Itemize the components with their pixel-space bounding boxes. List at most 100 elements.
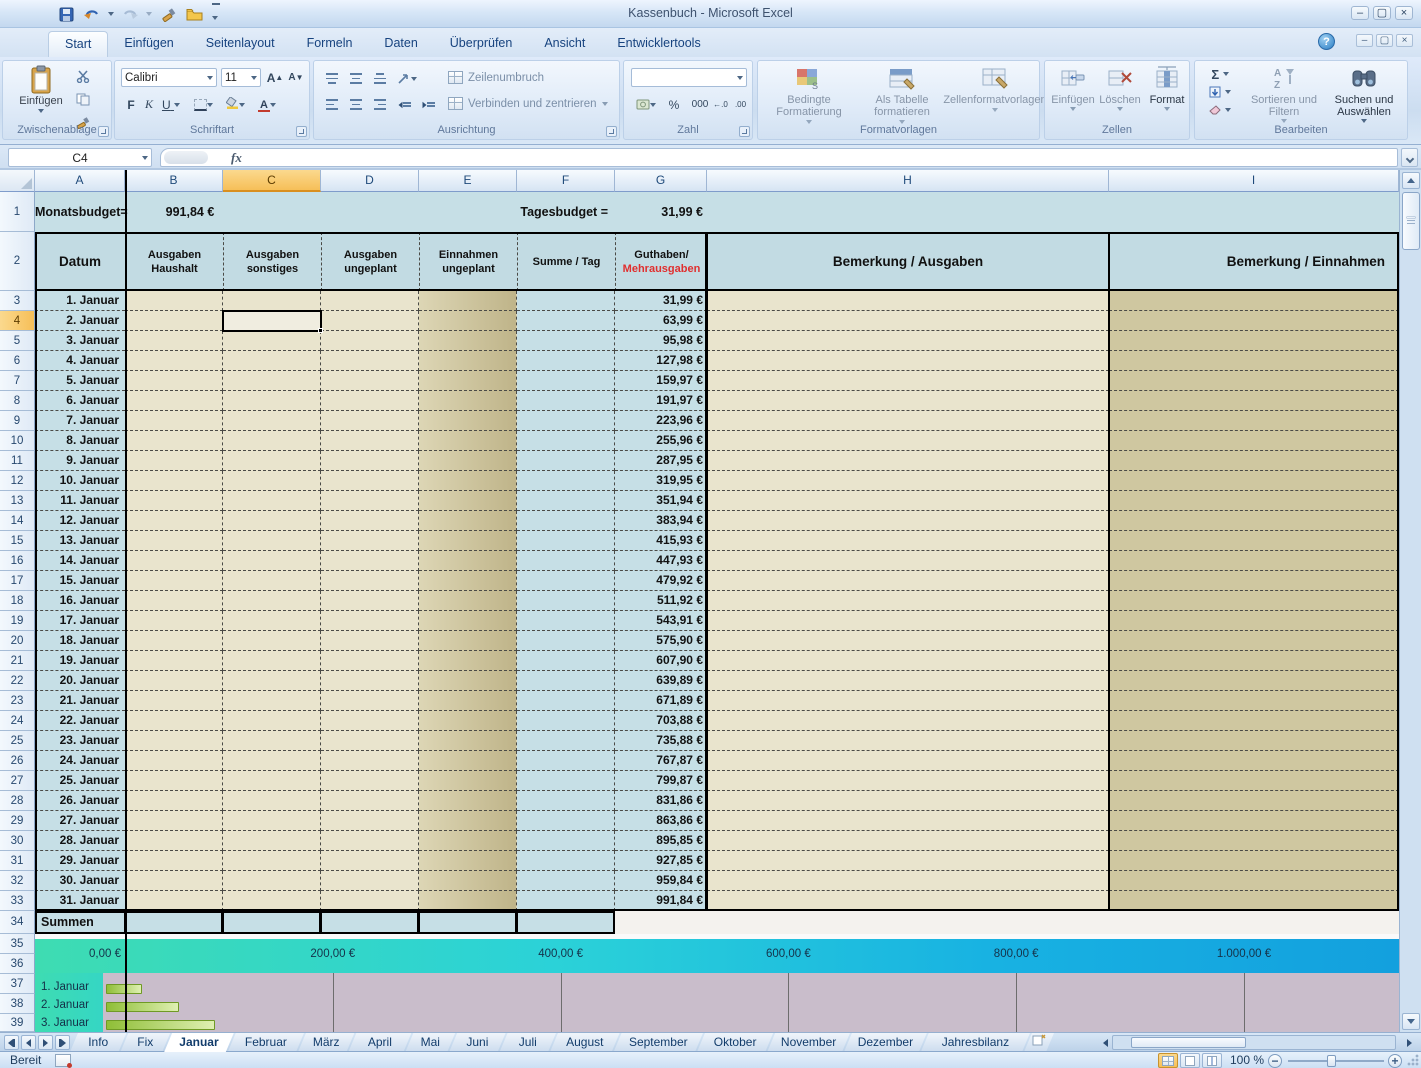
cell-C22[interactable] xyxy=(223,671,321,691)
cell-I8[interactable] xyxy=(1109,391,1399,411)
cell-C14[interactable] xyxy=(223,511,321,531)
cell-B17[interactable] xyxy=(125,571,223,591)
cell-E14[interactable] xyxy=(419,511,517,531)
zoom-level[interactable]: 100 % xyxy=(1230,1053,1264,1067)
cell-F7[interactable] xyxy=(517,371,615,391)
row-header-12[interactable]: 12 xyxy=(0,471,35,491)
cell-G24[interactable]: 703,88 € xyxy=(615,711,707,731)
cell-C25[interactable] xyxy=(223,731,321,751)
cell-G13[interactable]: 351,94 € xyxy=(615,491,707,511)
row-header-16[interactable]: 16 xyxy=(0,551,35,571)
cell-A12[interactable]: 10. Januar xyxy=(35,471,125,491)
font-dialog-launcher[interactable] xyxy=(296,126,307,137)
cell-H11[interactable] xyxy=(707,451,1109,471)
delete-cells-button[interactable]: Löschen xyxy=(1097,65,1143,111)
tab-ansicht[interactable]: Ansicht xyxy=(528,31,601,57)
row-header-39[interactable]: 39 xyxy=(0,1014,35,1032)
cell-B30[interactable] xyxy=(125,831,223,851)
zoom-out-button[interactable]: − xyxy=(1268,1054,1282,1068)
workbook-restore-button[interactable]: ▢ xyxy=(1376,34,1393,47)
cell-H28[interactable] xyxy=(707,791,1109,811)
cell-H18[interactable] xyxy=(707,591,1109,611)
cell-A16[interactable]: 14. Januar xyxy=(35,551,125,571)
cell-E4[interactable] xyxy=(419,311,517,331)
last-sheet-button[interactable] xyxy=(55,1035,70,1050)
cell-C13[interactable] xyxy=(223,491,321,511)
sort-filter-button[interactable]: AZ Sortieren und Filtern xyxy=(1247,65,1321,123)
cell-H32[interactable] xyxy=(707,871,1109,891)
close-button[interactable]: × xyxy=(1395,6,1413,20)
name-box[interactable]: C4 xyxy=(8,148,152,167)
row-header-6[interactable]: 6 xyxy=(0,351,35,371)
cell-B24[interactable] xyxy=(125,711,223,731)
cell-I28[interactable] xyxy=(1109,791,1399,811)
cell-G11[interactable]: 287,95 € xyxy=(615,451,707,471)
view-normal-button[interactable] xyxy=(1158,1053,1178,1068)
cell-A21[interactable]: 19. Januar xyxy=(35,651,125,671)
tab-seitenlayout[interactable]: Seitenlayout xyxy=(190,31,291,57)
cell-A13[interactable]: 11. Januar xyxy=(35,491,125,511)
cell-C30[interactable] xyxy=(223,831,321,851)
cell-F11[interactable] xyxy=(517,451,615,471)
cell-F17[interactable] xyxy=(517,571,615,591)
cell-G17[interactable]: 479,92 € xyxy=(615,571,707,591)
cell-F8[interactable] xyxy=(517,391,615,411)
cell-G29[interactable]: 863,86 € xyxy=(615,811,707,831)
cell-H24[interactable] xyxy=(707,711,1109,731)
cell-A30[interactable]: 28. Januar xyxy=(35,831,125,851)
currency-format-button[interactable] xyxy=(631,95,661,114)
cell-A17[interactable]: 15. Januar xyxy=(35,571,125,591)
zoom-in-button[interactable]: + xyxy=(1388,1054,1402,1068)
cell-A29[interactable]: 27. Januar xyxy=(35,811,125,831)
cell-C10[interactable] xyxy=(223,431,321,451)
cell-I6[interactable] xyxy=(1109,351,1399,371)
cell-H21[interactable] xyxy=(707,651,1109,671)
workbook-close-button[interactable]: × xyxy=(1396,34,1413,47)
align-middle-icon[interactable] xyxy=(346,69,366,88)
cell-D30[interactable] xyxy=(321,831,419,851)
shrink-font-button[interactable]: A▼ xyxy=(286,68,306,87)
cell-H29[interactable] xyxy=(707,811,1109,831)
cell-D21[interactable] xyxy=(321,651,419,671)
cell-E6[interactable] xyxy=(419,351,517,371)
sheet-tab-april[interactable]: April xyxy=(348,1033,411,1052)
sheet-tab-dezember[interactable]: Dezember xyxy=(844,1033,927,1052)
select-all-corner[interactable] xyxy=(0,170,35,192)
column-header-i[interactable]: I xyxy=(1109,170,1399,192)
paste-button[interactable]: Einfügen xyxy=(15,65,67,113)
cell-C16[interactable] xyxy=(223,551,321,571)
alignment-dialog-launcher[interactable] xyxy=(606,126,617,137)
cell-G21[interactable]: 607,90 € xyxy=(615,651,707,671)
cell-E11[interactable] xyxy=(419,451,517,471)
grow-font-button[interactable]: A▲ xyxy=(265,68,285,87)
cell-B18[interactable] xyxy=(125,591,223,611)
cell-A32[interactable]: 30. Januar xyxy=(35,871,125,891)
restore-button[interactable]: ▢ xyxy=(1373,6,1391,20)
cell-C23[interactable] xyxy=(223,691,321,711)
cell-D20[interactable] xyxy=(321,631,419,651)
cell-A18[interactable]: 16. Januar xyxy=(35,591,125,611)
cell-A22[interactable]: 20. Januar xyxy=(35,671,125,691)
cell-D23[interactable] xyxy=(321,691,419,711)
sheet-tab-oktober[interactable]: Oktober xyxy=(697,1033,773,1052)
cell-C3[interactable] xyxy=(223,291,321,311)
cell-E19[interactable] xyxy=(419,611,517,631)
cell-A9[interactable]: 7. Januar xyxy=(35,411,125,431)
cell-H9[interactable] xyxy=(707,411,1109,431)
sheet-tab-juni[interactable]: Juni xyxy=(449,1033,505,1052)
cell-H14[interactable] xyxy=(707,511,1109,531)
align-center-icon[interactable] xyxy=(346,95,366,114)
fill-color-button[interactable] xyxy=(221,95,249,114)
tab-start[interactable]: Start xyxy=(48,31,108,57)
cell-G5[interactable]: 95,98 € xyxy=(615,331,707,351)
cell-F30[interactable] xyxy=(517,831,615,851)
cell-A6[interactable]: 4. Januar xyxy=(35,351,125,371)
cell-I11[interactable] xyxy=(1109,451,1399,471)
cell-E32[interactable] xyxy=(419,871,517,891)
cell-A10[interactable]: 8. Januar xyxy=(35,431,125,451)
cell-I27[interactable] xyxy=(1109,771,1399,791)
cell-I19[interactable] xyxy=(1109,611,1399,631)
cell-F13[interactable] xyxy=(517,491,615,511)
cell-E26[interactable] xyxy=(419,751,517,771)
cell-E8[interactable] xyxy=(419,391,517,411)
